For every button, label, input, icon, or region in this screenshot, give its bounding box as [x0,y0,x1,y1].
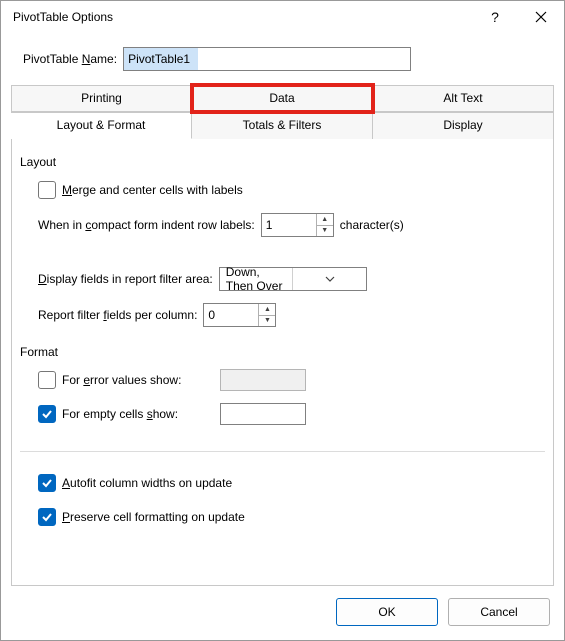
spin-up-icon[interactable]: ▲ [317,214,333,225]
tab-layout-format[interactable]: Layout & Format [11,112,192,139]
spin-up-icon[interactable]: ▲ [259,304,275,315]
pivottable-name-input[interactable] [123,47,411,71]
display-fields-value: Down, Then Over [220,265,293,293]
compact-indent-label: When in compact form indent row labels: [38,218,255,232]
empty-cells-input[interactable] [220,403,306,425]
report-filter-spinner[interactable]: ▲▼ [203,303,276,327]
autofit-checkbox[interactable] [38,474,56,492]
chevron-down-icon [292,268,366,290]
merge-cells-label: Merge and center cells with labels [62,183,243,197]
error-values-input [220,369,306,391]
characters-label: character(s) [340,218,404,232]
indent-spinner[interactable]: ▲▼ [261,213,334,237]
dialog-buttons: OK Cancel [1,586,564,640]
dialog-title: PivotTable Options [13,10,472,24]
spin-down-icon[interactable]: ▼ [317,225,333,237]
layout-format-panel: Layout Merge and center cells with label… [11,139,554,586]
error-values-label: For error values show: [62,373,214,387]
name-row: PivotTable Name: [1,33,564,85]
tabstrip: Printing Data Alt Text Layout & Format T… [1,85,564,139]
tab-printing[interactable]: Printing [11,85,192,112]
report-filter-input[interactable] [204,304,258,326]
cancel-button[interactable]: Cancel [448,598,550,626]
empty-cells-checkbox[interactable] [38,405,56,423]
separator [20,451,545,452]
spin-down-icon[interactable]: ▼ [259,315,275,327]
ok-button[interactable]: OK [336,598,438,626]
titlebar: PivotTable Options ? [1,1,564,33]
display-fields-select[interactable]: Down, Then Over [219,267,367,291]
close-icon [535,11,547,23]
help-button[interactable]: ? [472,1,518,33]
preserve-format-label: Preserve cell formatting on update [62,510,245,524]
preserve-format-checkbox[interactable] [38,508,56,526]
tab-data[interactable]: Data [192,85,373,112]
merge-cells-checkbox[interactable] [38,181,56,199]
format-group-title: Format [20,345,545,359]
close-button[interactable] [518,1,564,33]
empty-cells-label: For empty cells show: [62,407,214,421]
tab-totals-filters[interactable]: Totals & Filters [192,112,373,139]
autofit-label: Autofit column widths on update [62,476,232,490]
layout-group-title: Layout [20,155,545,169]
report-filter-label: Report filter fields per column: [38,308,197,322]
tab-display[interactable]: Display [373,112,554,139]
indent-input[interactable] [262,214,316,236]
tab-alt-text[interactable]: Alt Text [373,85,554,112]
error-values-checkbox[interactable] [38,371,56,389]
pivottable-options-dialog: PivotTable Options ? PivotTable Name: Pr… [0,0,565,641]
display-fields-label: Display fields in report filter area: [38,272,213,286]
name-label: PivotTable Name: [23,52,117,66]
